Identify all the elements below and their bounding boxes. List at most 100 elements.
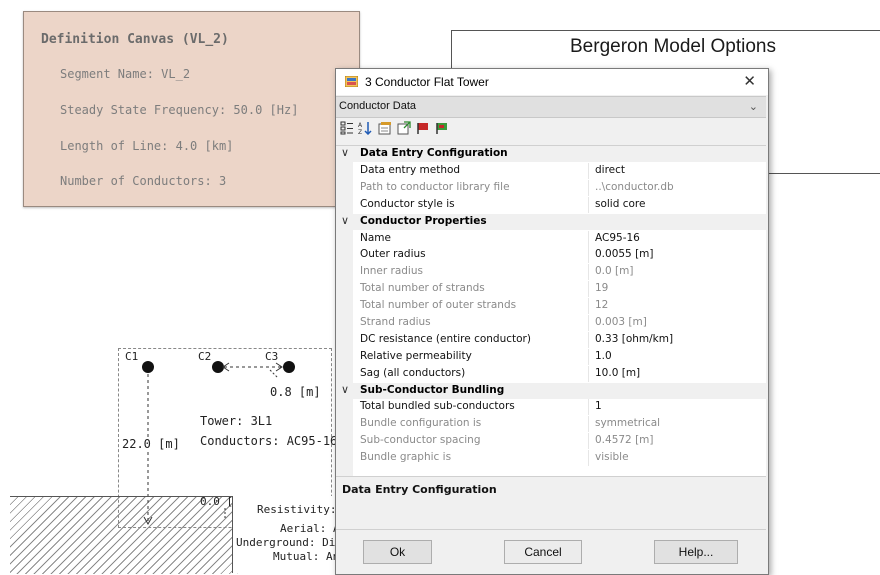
property-name: Name bbox=[360, 232, 391, 244]
property-name: Path to conductor library file bbox=[360, 181, 510, 193]
collapse-caret-icon[interactable]: ∨ bbox=[341, 383, 349, 396]
chevron-down-icon: ⌄ bbox=[748, 100, 758, 113]
property-row[interactable]: Conductor style is solid core bbox=[336, 197, 766, 213]
tower-type-label: Tower: 3L1 bbox=[200, 414, 273, 428]
column-separator bbox=[588, 433, 589, 449]
category-label: Sub-Conductor Bundling bbox=[360, 384, 505, 396]
description-pane: Data Entry Configuration bbox=[336, 477, 766, 530]
column-separator bbox=[588, 298, 589, 314]
collapse-caret-icon[interactable]: ∨ bbox=[341, 146, 349, 159]
property-value: 0.4572 [m] bbox=[595, 434, 654, 446]
property-value[interactable]: AC95-16 bbox=[595, 232, 640, 244]
property-name: Inner radius bbox=[360, 265, 423, 277]
category-label: Conductor Properties bbox=[360, 215, 487, 227]
property-value: visible bbox=[595, 451, 629, 463]
column-separator bbox=[588, 416, 589, 432]
categorized-icon[interactable] bbox=[340, 121, 354, 135]
column-separator bbox=[588, 281, 589, 297]
property-row[interactable]: Total bundled sub-conductors 1 bbox=[336, 399, 766, 415]
property-row[interactable]: Strand radius 0.003 [m] bbox=[336, 315, 766, 331]
tower-height-label: 22.0 [m] bbox=[122, 437, 180, 451]
export-icon[interactable] bbox=[397, 121, 411, 135]
property-row[interactable]: Bundle configuration is symmetrical bbox=[336, 416, 766, 432]
svg-text:A: A bbox=[358, 122, 363, 129]
column-separator bbox=[588, 180, 589, 196]
section-dropdown-value: Conductor Data bbox=[339, 100, 417, 112]
svg-text:Z: Z bbox=[358, 129, 362, 135]
property-value[interactable]: 1.0 bbox=[595, 350, 612, 362]
column-separator bbox=[588, 315, 589, 331]
property-name: Bundle configuration is bbox=[360, 417, 482, 429]
property-row[interactable]: Path to conductor library file ..\conduct… bbox=[336, 180, 766, 196]
cancel-button[interactable]: Cancel bbox=[504, 540, 582, 564]
tower-conductors-label: Conductors: AC95-16 bbox=[200, 434, 338, 448]
property-name: Data entry method bbox=[360, 164, 461, 176]
property-value: symmetrical bbox=[595, 417, 661, 429]
property-name: Total number of outer strands bbox=[360, 299, 517, 311]
property-row[interactable]: Relative permeability 1.0 bbox=[336, 349, 766, 365]
category-row[interactable]: ∨ Sub-Conductor Bundling bbox=[336, 383, 766, 399]
category-label: Data Entry Configuration bbox=[360, 147, 508, 159]
property-value: ..\conductor.db bbox=[595, 181, 674, 193]
column-separator bbox=[588, 332, 589, 348]
column-separator bbox=[588, 264, 589, 280]
conductor-dialog: 3 Conductor Flat Tower ✕ Conductor Data … bbox=[335, 68, 769, 575]
property-value[interactable]: 0.0055 [m] bbox=[595, 248, 654, 260]
property-name: Conductor style is bbox=[360, 198, 455, 210]
property-value: 0.0 [m] bbox=[595, 265, 634, 277]
section-dropdown[interactable]: Conductor Data ⌄ bbox=[336, 96, 766, 118]
help-button[interactable]: Help... bbox=[654, 540, 738, 564]
property-grid: ∨ Data Entry Configuration Data entry meth… bbox=[336, 145, 766, 477]
property-row[interactable]: Data entry method direct bbox=[336, 163, 766, 179]
property-row[interactable]: Name AC95-16 bbox=[336, 231, 766, 247]
property-name: Strand radius bbox=[360, 316, 431, 328]
property-row[interactable]: Sub-conductor spacing 0.4572 [m] bbox=[336, 433, 766, 449]
property-name: Relative permeability bbox=[360, 350, 472, 362]
property-value[interactable]: 10.0 [m] bbox=[595, 367, 640, 379]
soil-underground: Underground: Dire bbox=[236, 536, 349, 549]
property-pages-icon[interactable] bbox=[378, 121, 392, 135]
property-value[interactable]: solid core bbox=[595, 198, 645, 210]
property-value: 0.003 [m] bbox=[595, 316, 647, 328]
property-value[interactable]: 1 bbox=[595, 400, 602, 412]
property-row[interactable]: DC resistance (entire conductor) 0.33 [oh… bbox=[336, 332, 766, 348]
column-separator bbox=[588, 366, 589, 382]
column-separator bbox=[588, 231, 589, 247]
column-separator bbox=[588, 247, 589, 263]
property-row[interactable]: Bundle graphic is visible bbox=[336, 450, 766, 466]
property-value: 12 bbox=[595, 299, 609, 311]
category-row[interactable]: ∨ Data Entry Configuration bbox=[336, 146, 766, 162]
property-name: Outer radius bbox=[360, 248, 426, 260]
property-name: Sub-conductor spacing bbox=[360, 434, 481, 446]
property-row[interactable]: Sag (all conductors) 10.0 [m] bbox=[336, 366, 766, 382]
property-value[interactable]: direct bbox=[595, 164, 625, 176]
alphabetical-icon[interactable]: A Z bbox=[358, 121, 372, 135]
close-icon[interactable]: ✕ bbox=[743, 72, 756, 90]
property-name: Bundle graphic is bbox=[360, 451, 452, 463]
property-name: Total bundled sub-conductors bbox=[360, 400, 515, 412]
dialog-titlebar[interactable]: 3 Conductor Flat Tower ✕ bbox=[336, 69, 768, 95]
flag-red-icon[interactable] bbox=[416, 121, 430, 135]
column-separator bbox=[588, 399, 589, 415]
property-row[interactable]: Inner radius 0.0 [m] bbox=[336, 264, 766, 280]
category-row[interactable]: ∨ Conductor Properties bbox=[336, 214, 766, 230]
property-row[interactable]: Total number of strands 19 bbox=[336, 281, 766, 297]
property-value: 19 bbox=[595, 282, 609, 294]
collapse-caret-icon[interactable]: ∨ bbox=[341, 214, 349, 227]
property-row[interactable]: Total number of outer strands 12 bbox=[336, 298, 766, 314]
property-toolbar: A Z bbox=[336, 118, 766, 140]
property-name: Total number of strands bbox=[360, 282, 485, 294]
dialog-title: 3 Conductor Flat Tower bbox=[365, 75, 489, 89]
column-separator bbox=[588, 163, 589, 179]
column-separator bbox=[588, 450, 589, 466]
property-name: DC resistance (entire conductor) bbox=[360, 333, 531, 345]
property-value[interactable]: 0.33 [ohm/km] bbox=[595, 333, 673, 345]
property-row[interactable]: Outer radius 0.0055 [m] bbox=[336, 247, 766, 263]
flag-green-icon[interactable] bbox=[435, 121, 449, 135]
description-title: Data Entry Configuration bbox=[342, 483, 497, 496]
ok-button[interactable]: Ok bbox=[363, 540, 432, 564]
column-separator bbox=[588, 197, 589, 213]
property-name: Sag (all conductors) bbox=[360, 367, 466, 379]
column-separator bbox=[588, 349, 589, 365]
phase-spacing-label: 0.8 [m] bbox=[270, 385, 321, 399]
